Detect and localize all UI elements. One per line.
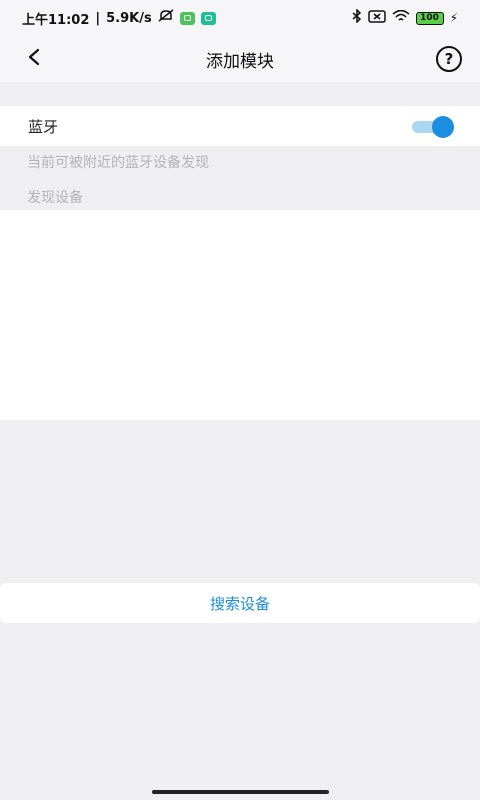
screen: 上午11:02 | 5.9K/s 100 ⚡ 添加模块 ? 蓝牙 当前可被附近的… [0,0,480,800]
discoverable-hint: 当前可被附近的蓝牙设备发现 [27,155,209,171]
bluetooth-label: 蓝牙 [28,117,59,136]
wifi-icon [392,9,410,27]
back-arrow-icon [27,48,41,70]
header: 添加模块 ? [0,36,480,82]
bluetooth-toggle[interactable] [412,115,454,138]
status-net-speed: 5.9K/s [106,10,152,26]
discovered-devices-header: 发现设备 [27,190,83,206]
device-list [0,210,480,420]
back-button[interactable] [20,45,48,73]
status-separator: | [95,10,101,26]
wechat-notification-icon [179,11,195,25]
search-devices-button[interactable]: 搜索设备 [0,583,480,623]
help-icon: ? [444,50,454,68]
status-bar-left: 上午11:02 | 5.9K/s [22,9,216,28]
help-button[interactable]: ? [436,46,462,72]
status-bar: 上午11:02 | 5.9K/s 100 ⚡ [0,0,480,36]
status-time: 上午11:02 [22,12,90,28]
bluetooth-icon [352,8,362,27]
mute-icon [158,9,174,27]
bluetooth-setting-row: 蓝牙 [0,106,480,146]
app-notification-icon [200,11,216,25]
toggle-thumb [432,116,454,138]
no-sim-icon [367,9,386,27]
battery-level: 100 [420,12,439,23]
battery-icon: 100 [415,11,444,25]
home-indicator[interactable] [152,790,329,794]
page-title: 添加模块 [206,51,274,72]
charging-icon: ⚡ [449,11,458,25]
status-bar-right: 100 ⚡ [352,8,458,27]
